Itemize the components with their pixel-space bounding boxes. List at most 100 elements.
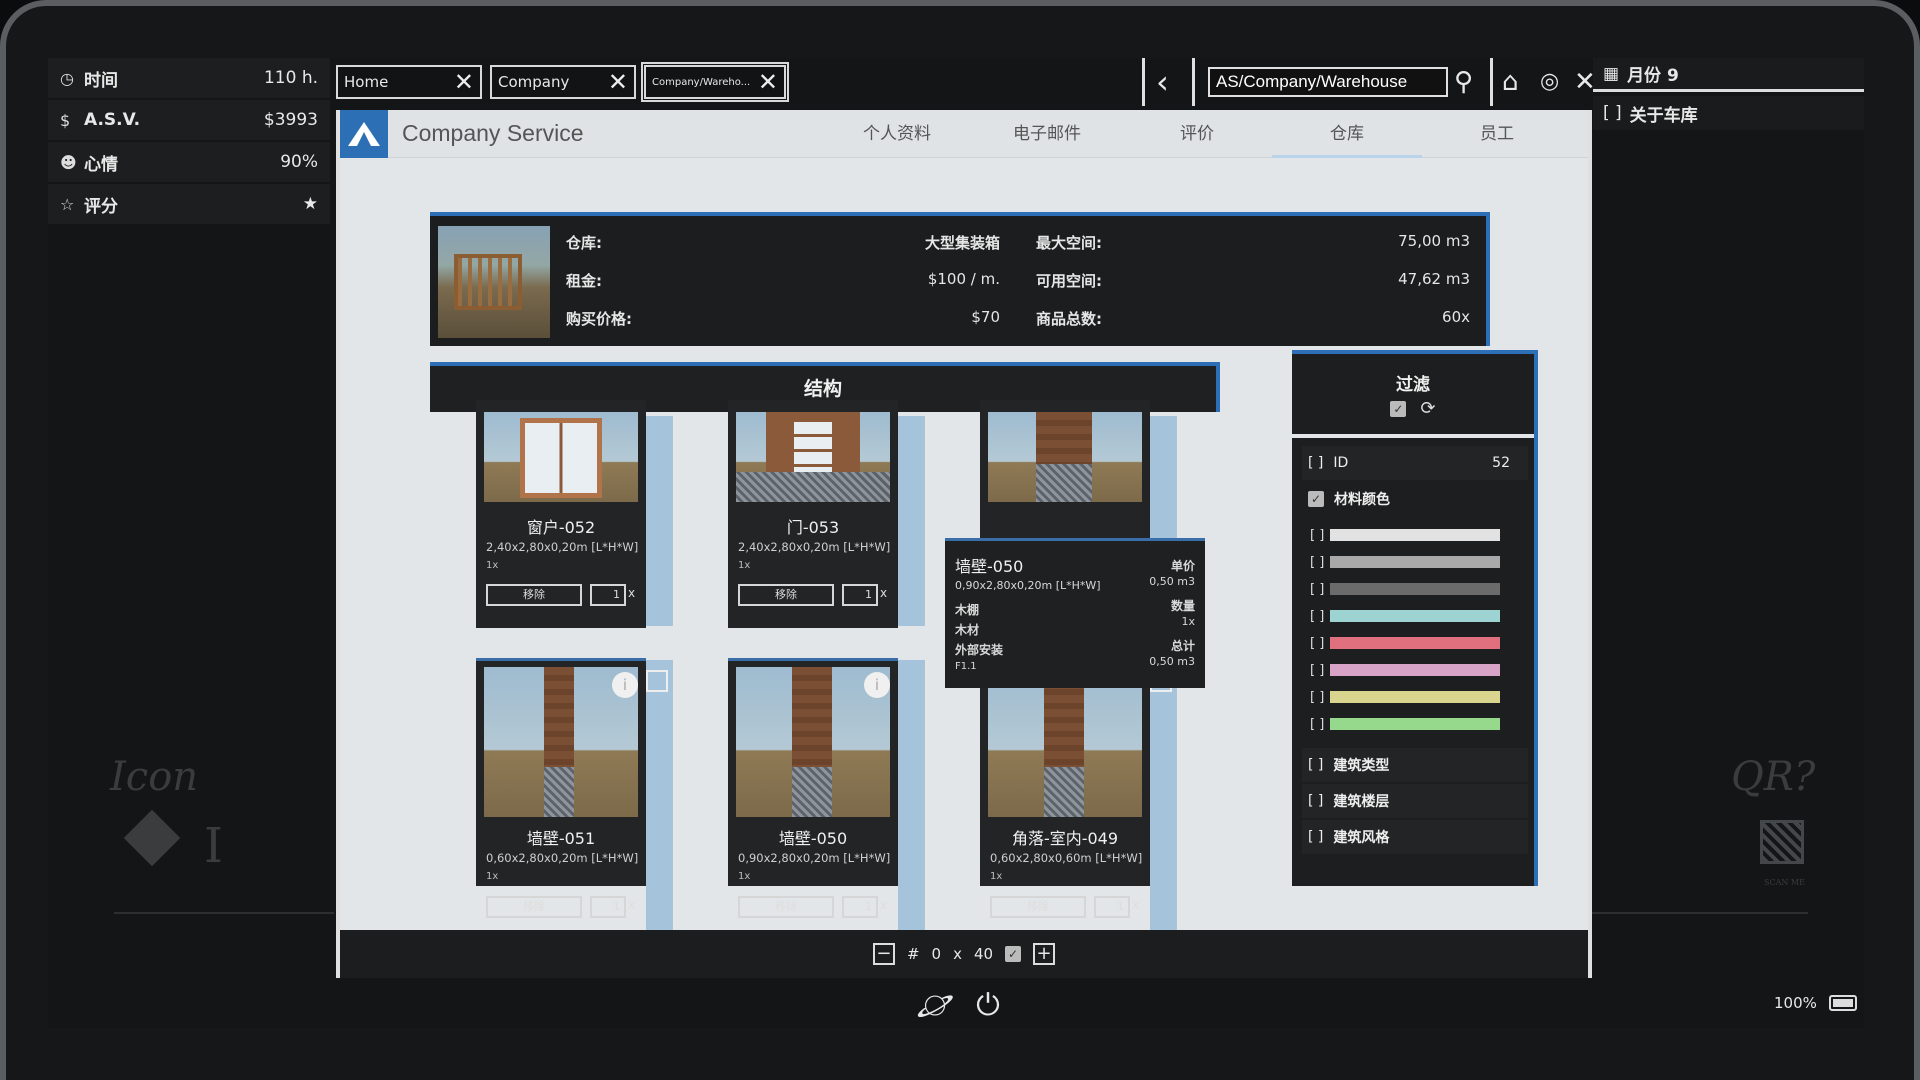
filter-building-floor[interactable]: [ ] 建筑楼层 xyxy=(1302,784,1528,818)
browser-window: Home ✕ Company ✕ Company/Wareho... ✕ ‹ ⚲… xyxy=(336,58,1596,978)
company-logo-icon[interactable] xyxy=(340,109,388,158)
card-title: 墙壁-051 xyxy=(526,829,596,848)
tooltip-line: 木棚 xyxy=(955,603,980,617)
previous-page-button[interactable]: − xyxy=(872,943,895,965)
remove-button[interactable]: 移除 xyxy=(738,896,834,918)
tab-company[interactable]: Company ✕ xyxy=(490,65,636,99)
nav-reviews[interactable]: 评价 xyxy=(1122,110,1272,158)
bracket-icon[interactable]: [ ] xyxy=(1302,555,1330,570)
color-swatch-row[interactable]: [ ] xyxy=(1302,686,1528,708)
nav-profile[interactable]: 个人资料 xyxy=(822,110,972,158)
close-icon[interactable]: ✕ xyxy=(608,70,628,94)
bracket-icon[interactable]: [ ] xyxy=(1302,636,1330,651)
select-checkbox[interactable] xyxy=(646,670,668,692)
home-icon[interactable]: ⌂ xyxy=(1502,64,1519,100)
info-icon[interactable]: i xyxy=(612,672,638,698)
remove-button[interactable]: 移除 xyxy=(990,896,1086,918)
filter-enable-checkbox[interactable]: ✓ xyxy=(1390,401,1407,417)
hash-label: # xyxy=(906,945,920,963)
remove-button[interactable]: 移除 xyxy=(486,584,582,606)
nav-staff[interactable]: 员工 xyxy=(1422,110,1572,158)
filter-title: 过滤 xyxy=(1396,375,1430,395)
color-swatch-row[interactable]: [ ] xyxy=(1302,605,1528,627)
bracket-icon: [ ] xyxy=(1308,455,1324,471)
bracket-icon[interactable]: [ ] xyxy=(1302,609,1330,624)
warning-icon xyxy=(123,809,181,867)
quantity-label: 数量 xyxy=(1170,599,1195,613)
stat-time: ◷ 时间 110 h. xyxy=(48,58,330,98)
filter-building-type[interactable]: [ ] 建筑类型 xyxy=(1302,748,1528,782)
close-browser-icon[interactable]: ✕ xyxy=(1574,64,1596,100)
bracket-icon[interactable]: [ ] xyxy=(1302,663,1330,678)
structure-card-window[interactable]: 窗户-052 2,40x2,80x0,20m [L*H*W] 1x 移除 1 x xyxy=(476,400,646,628)
back-icon[interactable]: ‹ xyxy=(1156,64,1169,100)
web-page: Company Service 个人资料 电子邮件 评价 仓库 员工 仓库: 大… xyxy=(336,109,1592,978)
color-swatch xyxy=(1330,529,1500,541)
close-icon[interactable]: ✕ xyxy=(758,70,778,94)
count-input[interactable]: 1 xyxy=(842,584,878,606)
site-title: Company Service xyxy=(402,120,584,146)
toolbar-divider xyxy=(1142,58,1145,106)
color-swatch-row[interactable]: [ ] xyxy=(1302,578,1528,600)
refresh-icon[interactable]: ⟳ xyxy=(1420,400,1435,418)
close-icon[interactable]: ✕ xyxy=(454,70,474,94)
color-swatch-row[interactable]: [ ] xyxy=(1302,524,1528,546)
nav-warehouse[interactable]: 仓库 xyxy=(1272,110,1422,158)
nav-email[interactable]: 电子邮件 xyxy=(972,110,1122,158)
tab-company-warehouse[interactable]: Company/Wareho... ✕ xyxy=(641,62,789,102)
bracket-icon: [ ] xyxy=(1308,757,1324,773)
bracket-icon: [ ] xyxy=(1308,793,1324,809)
garage-row[interactable]: [ ] 关于车库 xyxy=(1593,96,1864,130)
count-input[interactable]: 1 xyxy=(1094,896,1130,918)
count-input[interactable]: 1 xyxy=(590,584,626,606)
bracket-icon[interactable]: [ ] xyxy=(1302,582,1330,597)
card-qty: 1x xyxy=(738,560,751,571)
power-icon[interactable]: ⏻ xyxy=(976,988,1000,1023)
hide-eye-icon[interactable]: ◎ xyxy=(1540,64,1559,100)
item-tooltip: 墙壁-050 0,90x2,80x0,20m [L*H*W] 木棚 木材 外部安… xyxy=(945,538,1205,688)
building-floor-label: 建筑楼层 xyxy=(1333,794,1390,810)
right-panel: ▦ 月份 9 [ ] 关于车库 xyxy=(1593,58,1864,134)
planet-icon[interactable]: 🪐︎ xyxy=(916,988,954,1023)
count-input[interactable]: 1 xyxy=(590,896,626,918)
page-number: 0 xyxy=(931,945,942,963)
material-color-checkbox[interactable]: ✓ xyxy=(1308,491,1324,507)
filter-building-style[interactable]: [ ] 建筑风格 xyxy=(1302,820,1528,854)
unit-price-value: 0,50 m3 xyxy=(1149,575,1195,588)
filter-id-row[interactable]: [ ] ID 52 xyxy=(1302,446,1528,480)
tab-home[interactable]: Home ✕ xyxy=(336,65,482,99)
remove-button[interactable]: 移除 xyxy=(738,584,834,606)
next-page-button[interactable]: + xyxy=(1033,943,1056,965)
stat-rating: ☆ 评分 ★ xyxy=(48,184,330,224)
month-row[interactable]: ▦ 月份 9 xyxy=(1593,58,1864,92)
color-checkbox-checked[interactable]: [ ] xyxy=(1302,528,1330,543)
bracket-icon[interactable]: [ ] xyxy=(1302,717,1330,732)
id-value: 52 xyxy=(1492,455,1510,471)
times-label: x xyxy=(628,586,636,600)
quantity-value: 1x xyxy=(1181,615,1195,628)
filter-material-color-row[interactable]: ✓ 材料颜色 xyxy=(1302,482,1528,516)
count-input[interactable]: 1 xyxy=(842,896,878,918)
filter-panel: 过滤 ✓ ⟳ [ ] ID 52 ✓ 材料颜色 [ ][ ][ ][ ][ ][… xyxy=(1292,350,1538,886)
color-swatch-row[interactable]: [ ] xyxy=(1302,659,1528,681)
structure-card-door[interactable]: 门-053 2,40x2,80x0,20m [L*H*W] 1x 移除 1 x xyxy=(728,400,898,628)
pager-checkbox[interactable]: ✓ xyxy=(1005,946,1022,962)
tab-label: Home xyxy=(344,73,389,91)
search-icon[interactable]: ⚲ xyxy=(1454,64,1473,100)
card-dims: 2,40x2,80x0,20m [L*H*W] xyxy=(738,540,891,554)
address-bar[interactable] xyxy=(1208,67,1448,97)
info-icon[interactable]: i xyxy=(864,672,890,698)
bracket-icon[interactable]: [ ] xyxy=(1302,690,1330,705)
color-swatch-row[interactable]: [ ] xyxy=(1302,632,1528,654)
battery-percent: 100% xyxy=(1774,994,1817,1012)
card-qty: 1x xyxy=(486,871,499,882)
remove-button[interactable]: 移除 xyxy=(486,896,582,918)
card-dims: 0,60x2,80x0,20m [L*H*W] xyxy=(486,851,639,865)
building-type-label: 建筑类型 xyxy=(1333,758,1390,774)
sketch-line-left xyxy=(114,912,334,914)
color-swatch-row[interactable]: [ ] xyxy=(1302,551,1528,573)
times-label: x xyxy=(1132,898,1140,912)
color-swatch-row[interactable]: [ ] xyxy=(1302,713,1528,735)
structure-card-corner-049[interactable]: 角落-室内-049 0,60x2,80x0,60m [L*H*W] 1x xyxy=(980,658,1150,886)
tooltip-title: 墙壁-050 xyxy=(955,557,1024,576)
